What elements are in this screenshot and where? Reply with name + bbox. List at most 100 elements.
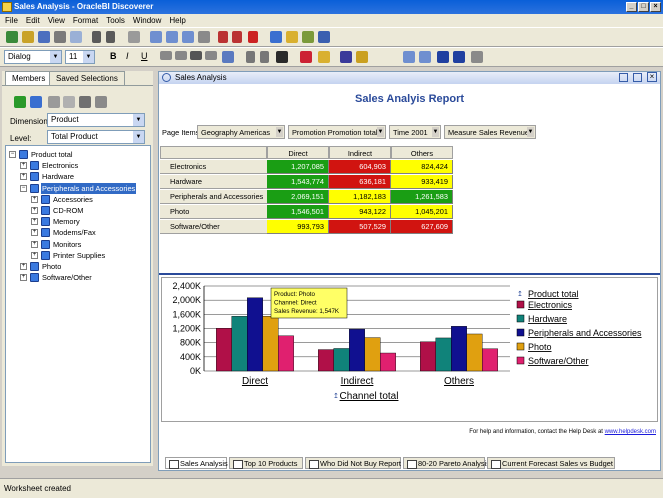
bar[interactable] [247, 297, 263, 372]
menu-view[interactable]: View [45, 14, 68, 27]
show-table-icon[interactable] [437, 51, 449, 63]
menu-window[interactable]: Window [130, 14, 164, 27]
data-cell[interactable]: 943,122 [329, 205, 391, 219]
align-left-icon[interactable] [160, 51, 172, 60]
menu-format[interactable]: Format [70, 14, 101, 27]
collapse-icon[interactable]: − [9, 151, 16, 158]
row-header[interactable]: Electronics [160, 160, 267, 174]
data-cell[interactable]: 507,529 [329, 220, 391, 234]
decimal-icon[interactable] [260, 51, 269, 63]
bold-button[interactable]: B [110, 51, 117, 61]
help-link[interactable]: www.helpdesk.com [605, 429, 656, 435]
print-icon[interactable] [54, 31, 66, 43]
expand-icon[interactable]: + [20, 263, 27, 270]
members-icon[interactable] [48, 96, 60, 108]
expand-icon[interactable]: + [20, 274, 27, 282]
menu-edit[interactable]: Edit [23, 14, 43, 27]
tree-node[interactable]: − Peripherals and Accessories [20, 182, 146, 194]
menu-help[interactable]: Help [166, 14, 188, 27]
bar[interactable] [420, 341, 436, 372]
show-page-items-icon[interactable] [403, 51, 415, 63]
column-header[interactable]: Indirect [329, 146, 391, 159]
comma-icon[interactable] [246, 51, 255, 63]
search-icon[interactable] [79, 96, 91, 108]
expand-icon[interactable]: + [31, 218, 38, 226]
row-header[interactable]: Software/Other [160, 220, 267, 234]
italic-button[interactable]: I [126, 51, 129, 61]
row-header[interactable]: Hardware [160, 175, 267, 189]
level-select[interactable]: Total Product ▼ [47, 130, 145, 144]
bar[interactable] [216, 328, 232, 372]
stoplight-icon[interactable] [318, 31, 330, 43]
undo-icon[interactable] [92, 31, 101, 43]
bar[interactable] [482, 348, 498, 372]
data-cell[interactable]: 604,903 [329, 160, 391, 174]
close-button[interactable]: × [650, 2, 661, 12]
underline-button[interactable]: U [141, 51, 148, 61]
page-layout-icon[interactable] [182, 31, 194, 43]
text-color-icon[interactable] [318, 51, 330, 63]
maximize-button[interactable]: □ [638, 2, 649, 12]
calculation-icon[interactable] [270, 31, 282, 43]
delete-icon[interactable] [128, 31, 140, 43]
expand-icon[interactable]: + [31, 229, 38, 237]
data-cell[interactable]: 1,207,085 [267, 160, 329, 174]
add-member-icon[interactable] [14, 96, 26, 108]
x-tick-label[interactable]: Indirect [341, 376, 374, 387]
chevron-down-icon[interactable]: ▼ [432, 127, 439, 137]
tree-node[interactable]: + Monitors [31, 239, 146, 250]
expand-icon[interactable]: + [31, 195, 38, 203]
drill-icon[interactable]: ↥ [517, 290, 523, 298]
row-header[interactable]: Photo [160, 205, 267, 219]
chevron-down-icon[interactable]: ▼ [276, 127, 283, 137]
legend-entry[interactable]: Electronics [528, 300, 573, 310]
data-cell[interactable]: 933,419 [391, 175, 453, 189]
data-cell[interactable]: 824,424 [391, 160, 453, 174]
tree-node[interactable]: − Product total [9, 149, 146, 160]
tab-members[interactable]: Members [5, 71, 53, 85]
open-icon[interactable] [22, 31, 34, 43]
align-center-icon[interactable] [175, 51, 187, 60]
page-item-promotion[interactable]: Promotion Promotion total ▼ [288, 125, 386, 139]
chevron-down-icon[interactable]: ▼ [377, 127, 384, 137]
redo-icon[interactable] [106, 31, 115, 43]
data-cell[interactable]: 1,182,183 [329, 190, 391, 204]
column-header[interactable]: Others [391, 146, 453, 159]
legend-entry[interactable]: Software/Other [528, 356, 589, 366]
tree-node[interactable]: + Modems/Fax [31, 227, 146, 238]
menu-tools[interactable]: Tools [103, 14, 128, 27]
swap-icon[interactable] [30, 96, 42, 108]
bar[interactable] [380, 352, 396, 372]
data-cell[interactable]: 1,546,501 [267, 205, 329, 219]
tree-node[interactable]: + Software/Other [20, 272, 146, 283]
clear-sort-icon[interactable] [248, 31, 258, 43]
condition-icon[interactable] [286, 31, 298, 43]
email-icon[interactable] [70, 31, 82, 43]
currency-icon[interactable] [276, 51, 288, 63]
bar[interactable] [318, 349, 334, 372]
crosstab-layout-icon[interactable] [166, 31, 178, 43]
tree-node[interactable]: + Accessories [31, 194, 146, 205]
menu-file[interactable]: File [2, 14, 21, 27]
fill-color-icon[interactable] [300, 51, 312, 63]
save-icon[interactable] [38, 31, 50, 43]
bar[interactable] [231, 316, 248, 372]
row-header[interactable]: Peripherals and Accessories [160, 190, 267, 204]
column-header[interactable]: Direct [267, 146, 329, 159]
expand-icon[interactable]: + [31, 251, 38, 259]
tree-node[interactable]: + CD-ROM [31, 205, 146, 216]
sheet-tab[interactable]: Who Did Not Buy Report [305, 457, 401, 469]
x-tick-label[interactable]: Direct [242, 376, 268, 387]
dimension-select[interactable]: Product ▼ [47, 113, 145, 127]
expand-icon[interactable]: + [20, 173, 27, 181]
tree-node[interactable]: + Memory [31, 216, 146, 227]
chevron-down-icon[interactable]: ▼ [527, 127, 534, 137]
sort-asc-icon[interactable] [218, 31, 228, 43]
show-title-icon[interactable] [419, 51, 431, 63]
show-graph-icon[interactable] [453, 51, 465, 63]
sheet-tab[interactable]: 80-20 Pareto Analysis [403, 457, 490, 469]
legend-entry[interactable]: Photo [528, 342, 552, 352]
bar[interactable] [466, 333, 483, 372]
bar[interactable] [333, 348, 350, 372]
sheet-tab[interactable]: Current Forecast Sales vs Budget [487, 457, 615, 469]
